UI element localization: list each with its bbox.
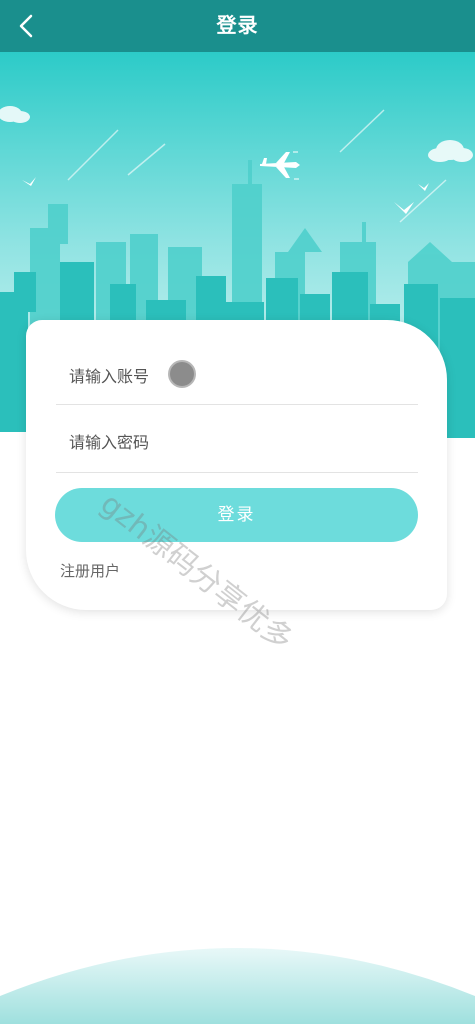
account-input[interactable] <box>56 344 418 404</box>
page-title: 登录 <box>216 13 259 37</box>
login-card: 登录 注册用户 <box>26 320 447 610</box>
login-button[interactable]: 登录 <box>55 488 418 542</box>
password-field <box>56 412 418 473</box>
register-link[interactable]: 注册用户 <box>60 560 120 581</box>
top-nav-bar: 登录 <box>0 0 475 52</box>
password-input[interactable] <box>56 412 418 472</box>
login-screen: 登录 请输入账号 登录 注册用户 gzh源码分享优多 <box>0 0 475 1024</box>
touch-indicator <box>168 360 196 388</box>
account-field <box>56 344 418 405</box>
bottom-wave-decoration <box>0 948 475 1024</box>
